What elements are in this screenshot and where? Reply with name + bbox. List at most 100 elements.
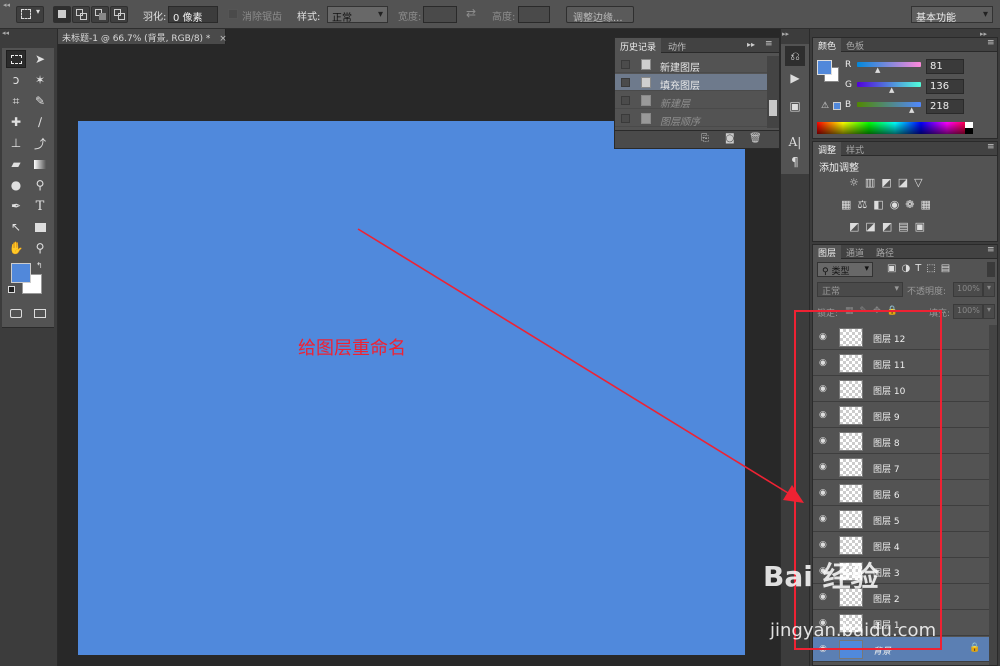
foreground-color-swatch[interactable]	[11, 263, 31, 283]
panel-menu-icon[interactable]: ≡	[765, 39, 773, 49]
curves-icon[interactable]: ◩	[881, 176, 897, 189]
b-value-input[interactable]: 218	[926, 99, 964, 114]
photo-filter-icon[interactable]: ◉	[890, 198, 906, 211]
hand-tool[interactable]: ✋	[6, 239, 26, 257]
screen-mode-button[interactable]	[30, 304, 50, 322]
zoom-tool[interactable]: ⚲	[30, 239, 50, 257]
tab-layers[interactable]: 图层	[813, 245, 842, 259]
history-source-checkbox[interactable]	[621, 114, 630, 123]
new-document-from-state-icon[interactable]: ⎘	[701, 133, 709, 144]
levels-icon[interactable]: ▥	[865, 176, 881, 189]
layer-filter-select[interactable]: ⚲ 类型 ▾	[817, 262, 873, 277]
panel-menu-icon[interactable]: ≡	[987, 245, 995, 255]
blend-mode-select[interactable]: 正常 ▾	[817, 282, 903, 297]
actions-panel-icon[interactable]: ▶	[785, 68, 805, 88]
swap-icon[interactable]: ⇄	[466, 6, 476, 20]
quick-mask-button[interactable]	[6, 304, 26, 322]
tab-channels[interactable]: 通道	[841, 245, 869, 259]
move-tool[interactable]: ➤	[30, 50, 50, 68]
refine-edge-button[interactable]: 调整边缘...	[566, 6, 634, 24]
r-slider-handle[interactable]: ▲	[875, 66, 880, 74]
scrollbar-thumb[interactable]	[769, 100, 777, 116]
filter-pixel-icon[interactable]: ▣	[887, 263, 901, 274]
add-selection-button[interactable]	[72, 6, 90, 23]
history-scrollbar[interactable]	[767, 56, 779, 128]
history-item-undone[interactable]: 图层顺序	[615, 110, 767, 128]
type-tool[interactable]: T	[30, 197, 50, 215]
path-selection-tool[interactable]: ↖	[6, 218, 26, 236]
selective-color-icon[interactable]: ▣	[915, 220, 931, 233]
opacity-dropdown[interactable]: ▾	[983, 282, 995, 297]
workspace-select[interactable]: 基本功能	[911, 6, 993, 24]
strip-collapse-icon[interactable]: ▸▸	[782, 30, 789, 38]
panel-expand-icon[interactable]: ▸▸	[747, 40, 755, 49]
filter-smart-object-icon[interactable]: ▤	[941, 263, 955, 274]
layers-scrollbar[interactable]	[989, 325, 997, 665]
close-icon[interactable]: ×	[219, 34, 227, 44]
filter-toggle[interactable]	[987, 262, 995, 277]
character-panel-icon[interactable]: A|	[785, 132, 805, 152]
r-slider[interactable]	[857, 62, 921, 67]
dodge-tool[interactable]: ⚲	[30, 176, 50, 194]
anti-alias-checkbox[interactable]	[228, 9, 238, 19]
color-balance-icon[interactable]: ⚖	[857, 198, 873, 211]
intersect-selection-button[interactable]	[110, 6, 128, 23]
hue-saturation-icon[interactable]: ▦	[841, 198, 857, 211]
pen-tool[interactable]: ✒	[6, 197, 26, 215]
camera-icon[interactable]: ◙	[725, 133, 735, 144]
vibrance-icon[interactable]: ▽	[914, 176, 928, 189]
tab-color[interactable]: 颜色	[813, 38, 842, 52]
history-brush-tool[interactable]: ⤴	[30, 134, 50, 152]
filter-adjustment-icon[interactable]: ◑	[901, 263, 915, 274]
layer-comps-icon[interactable]: ▣	[785, 96, 805, 116]
history-source-checkbox[interactable]	[621, 96, 630, 105]
new-selection-button[interactable]	[53, 6, 71, 23]
tab-styles[interactable]: 样式	[841, 142, 869, 156]
history-item-undone[interactable]: 新建层	[615, 92, 767, 110]
spectrum-black-swatch[interactable]	[965, 128, 973, 134]
g-slider-handle[interactable]: ▲	[889, 86, 894, 94]
exposure-icon[interactable]: ◪	[898, 176, 914, 189]
gradient-map-icon[interactable]: ▤	[898, 220, 914, 233]
clone-stamp-tool[interactable]: ⊥	[6, 134, 26, 152]
magic-wand-tool[interactable]: ✶	[30, 71, 50, 89]
panel-menu-icon[interactable]: ≡	[987, 142, 995, 152]
default-colors-icon[interactable]	[8, 286, 15, 293]
marquee-preset-picker[interactable]: ▾	[16, 6, 44, 23]
filter-shape-icon[interactable]: ⬚	[926, 263, 940, 274]
g-value-input[interactable]: 136	[926, 79, 964, 94]
brush-tool[interactable]: ∕	[30, 113, 50, 131]
toolbox-collapse-icon[interactable]: ◂◂	[2, 29, 54, 37]
crop-tool[interactable]: ⌗	[6, 92, 26, 110]
collapse-icon[interactable]: ◂◂	[3, 1, 10, 9]
b-slider-handle[interactable]: ▲	[909, 106, 914, 114]
document-tab[interactable]: 未标题-1 @ 66.7% (背景, RGB/8) * ×	[58, 29, 227, 44]
trash-icon[interactable]: 🗑	[749, 133, 762, 144]
feather-input[interactable]: 0 像素	[168, 6, 218, 24]
web-color-swatch[interactable]	[833, 102, 841, 110]
healing-brush-tool[interactable]: ✚	[6, 113, 26, 131]
paragraph-panel-icon[interactable]: ¶	[785, 152, 805, 172]
history-panel-icon[interactable]: ⎌	[785, 46, 805, 66]
eyedropper-tool[interactable]: ✎	[30, 92, 50, 110]
blur-tool[interactable]: ●	[6, 176, 26, 194]
invert-icon[interactable]: ◩	[849, 220, 865, 233]
color-lookup-icon[interactable]: ▦	[921, 198, 937, 211]
canvas[interactable]	[78, 121, 745, 655]
swap-colors-icon[interactable]: ↰	[36, 261, 43, 270]
brightness-contrast-icon[interactable]: ☼	[849, 176, 865, 189]
r-value-input[interactable]: 81	[926, 59, 964, 74]
history-source-checkbox[interactable]	[621, 78, 630, 87]
channel-mixer-icon[interactable]: ❁	[905, 198, 920, 211]
panel-menu-icon[interactable]: ≡	[987, 38, 995, 48]
height-input[interactable]	[518, 6, 550, 23]
style-select[interactable]: 正常	[327, 6, 388, 24]
rectangular-marquee-tool[interactable]	[6, 50, 26, 68]
history-item-current[interactable]: 填充图层	[615, 74, 767, 92]
fill-dropdown[interactable]: ▾	[983, 304, 995, 319]
eraser-tool[interactable]: ▰	[6, 155, 26, 173]
color-spectrum[interactable]	[817, 122, 973, 134]
threshold-icon[interactable]: ◩	[882, 220, 898, 233]
opacity-input[interactable]: 100%	[953, 282, 983, 297]
posterize-icon[interactable]: ◪	[865, 220, 881, 233]
